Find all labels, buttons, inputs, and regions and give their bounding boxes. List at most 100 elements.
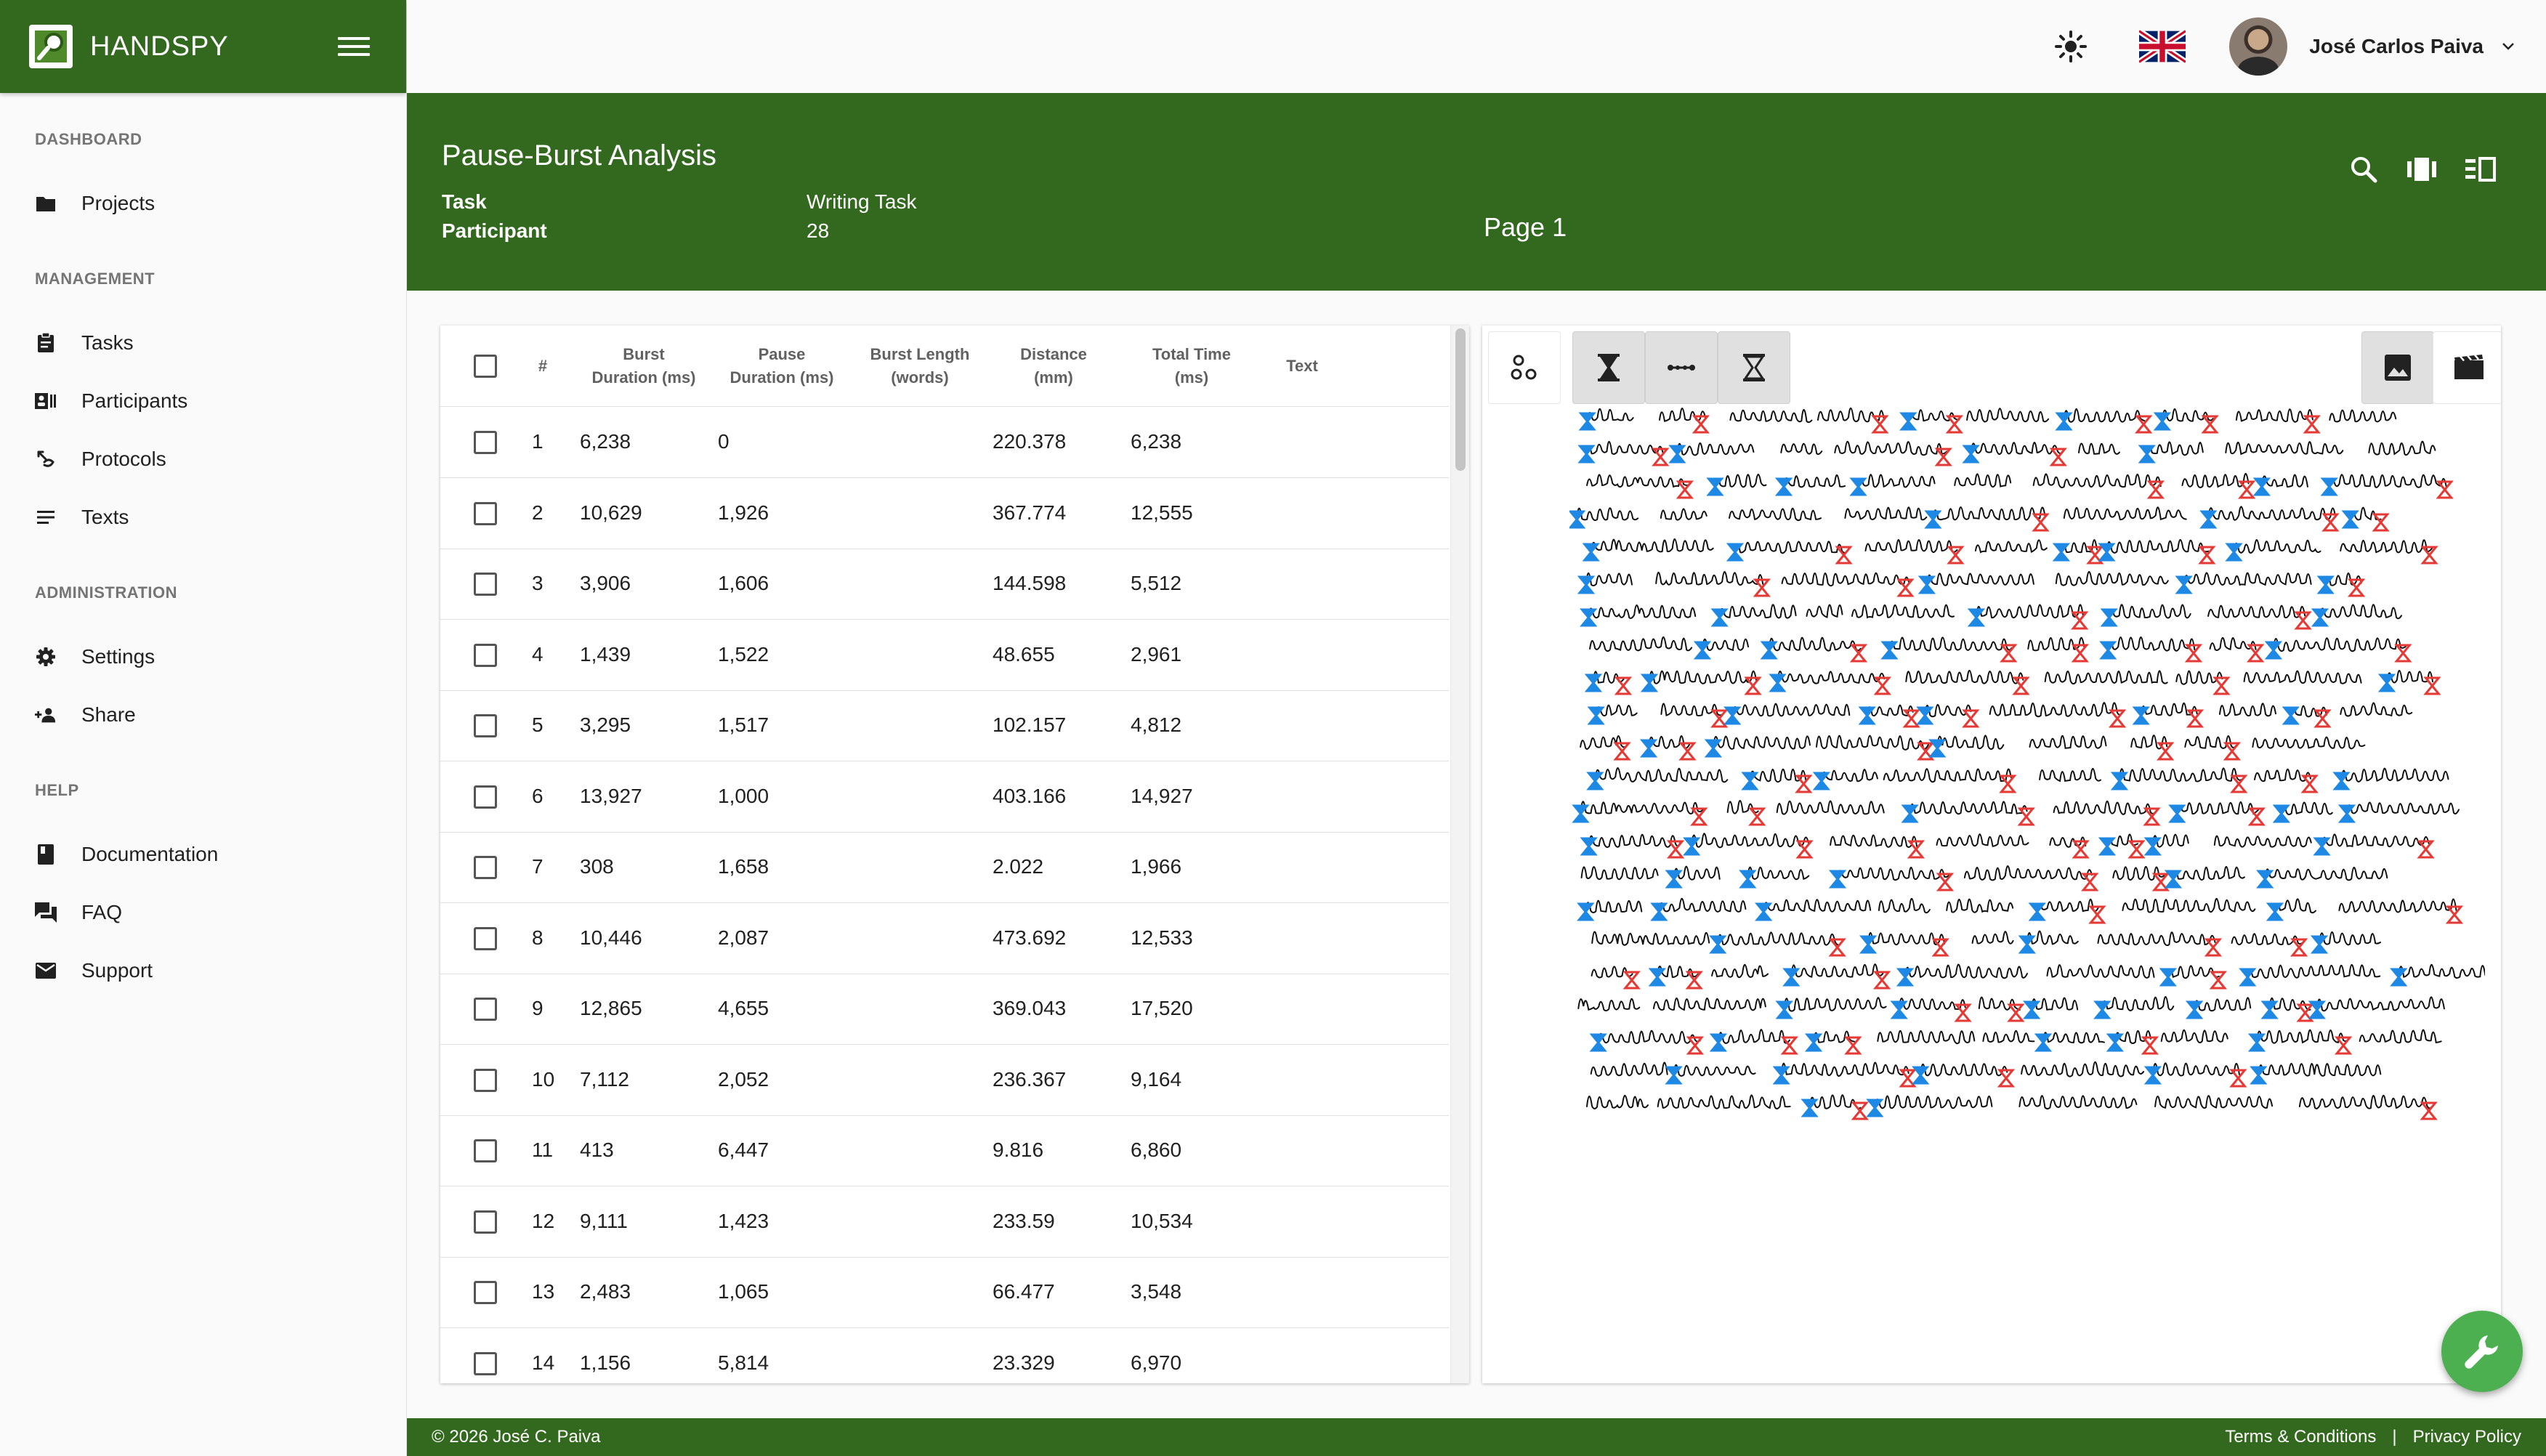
nav-item-faq[interactable]: FAQ <box>0 883 407 942</box>
burst-start-marker[interactable] <box>2332 772 2351 790</box>
burst-end-marker[interactable] <box>1997 1069 2016 1088</box>
burst-start-marker[interactable] <box>1723 706 1742 725</box>
burst-start-marker[interactable] <box>1710 608 1729 627</box>
table-row[interactable]: 11 413 6,447 9.816 6,860 <box>440 1115 1449 1186</box>
row-checkbox[interactable] <box>474 501 497 525</box>
burst-end-marker[interactable] <box>1710 709 1729 728</box>
burst-start-marker[interactable] <box>1650 902 1668 921</box>
burst-end-marker[interactable] <box>2212 676 2231 695</box>
burst-end-marker[interactable] <box>1795 774 1813 793</box>
burst-end-marker[interactable] <box>2071 644 2089 663</box>
burst-start-marker[interactable] <box>2100 608 2118 627</box>
burst-start-marker[interactable] <box>1812 772 1831 790</box>
row-checkbox[interactable] <box>474 643 497 667</box>
table-row[interactable]: 3 3,906 1,606 144.598 5,512 <box>440 549 1449 620</box>
burst-start-marker[interactable] <box>1801 1099 1819 1117</box>
burst-start-marker[interactable] <box>1782 968 1801 987</box>
select-all-checkbox[interactable] <box>474 355 497 378</box>
burst-start-marker[interactable] <box>1639 739 1658 758</box>
burst-start-marker[interactable] <box>2106 1033 2125 1052</box>
burst-start-marker[interactable] <box>2256 870 2274 889</box>
tool-scatter-button[interactable] <box>1488 331 1561 404</box>
burst-start-marker[interactable] <box>1706 477 1724 496</box>
burst-start-marker[interactable] <box>1896 968 1915 987</box>
burst-start-marker[interactable] <box>1901 804 1919 823</box>
burst-end-marker[interactable] <box>1873 676 1891 695</box>
burst-end-marker[interactable] <box>1748 807 1766 826</box>
burst-end-marker[interactable] <box>2238 480 2256 499</box>
burst-start-marker[interactable] <box>1569 510 1586 529</box>
burst-start-marker[interactable] <box>2337 804 2356 823</box>
burst-start-marker[interactable] <box>2239 968 2257 987</box>
burst-start-marker[interactable] <box>1880 641 1899 660</box>
burst-end-marker[interactable] <box>2201 415 2219 434</box>
burst-end-marker[interactable] <box>1931 938 1949 957</box>
burst-start-marker[interactable] <box>2153 412 2172 431</box>
burst-end-marker[interactable] <box>2445 905 2464 924</box>
col-header-text[interactable]: Text <box>1273 355 1331 378</box>
language-selector[interactable] <box>2139 29 2186 64</box>
burst-start-marker[interactable] <box>2093 1000 2111 1019</box>
table-row[interactable]: 5 3,295 1,517 102.157 4,812 <box>440 690 1449 761</box>
burst-end-marker[interactable] <box>2223 742 2242 761</box>
row-checkbox[interactable] <box>474 856 497 879</box>
burst-end-marker[interactable] <box>1849 644 1868 663</box>
burst-start-marker[interactable] <box>2099 641 2117 660</box>
side-panel-view-button[interactable] <box>2460 150 2499 189</box>
burst-start-marker[interactable] <box>2132 706 2150 725</box>
row-checkbox[interactable] <box>474 998 497 1021</box>
burst-start-marker[interactable] <box>2252 477 2271 496</box>
scrollbar-thumb[interactable] <box>1455 328 1466 471</box>
burst-start-marker[interactable] <box>1912 1066 1930 1085</box>
table-row[interactable]: 8 10,446 2,087 473.692 12,533 <box>440 903 1449 974</box>
row-checkbox[interactable] <box>474 785 497 809</box>
burst-start-marker[interactable] <box>2272 804 2291 823</box>
burst-end-marker[interactable] <box>1896 578 1915 597</box>
burst-start-marker[interactable] <box>2225 543 2243 562</box>
burst-start-marker[interactable] <box>2377 674 2396 692</box>
burst-start-marker[interactable] <box>2018 935 2037 954</box>
table-row[interactable]: 6 13,927 1,000 403.166 14,927 <box>440 761 1449 833</box>
table-row[interactable]: 1 6,238 0 220.378 6,238 <box>440 407 1449 478</box>
nav-item-tasks[interactable]: Tasks <box>0 314 407 372</box>
nav-item-texts[interactable]: Texts <box>0 488 407 546</box>
col-header-pause-duration[interactable]: Pause Duration (ms) <box>709 343 854 389</box>
burst-start-marker[interactable] <box>1580 608 1598 627</box>
burst-start-marker[interactable] <box>1772 1066 1790 1085</box>
table-row[interactable]: 13 2,483 1,065 66.477 3,548 <box>440 1257 1449 1328</box>
burst-end-marker[interactable] <box>1652 448 1670 466</box>
burst-start-marker[interactable] <box>1755 902 1773 921</box>
table-row[interactable]: 4 1,439 1,522 48.655 2,961 <box>440 620 1449 691</box>
burst-end-marker[interactable] <box>2141 1036 2159 1055</box>
burst-end-marker[interactable] <box>2000 644 2018 663</box>
burst-start-marker[interactable] <box>2110 772 2129 790</box>
col-header-total-time[interactable]: Total Time (ms) <box>1119 343 1264 389</box>
burst-start-marker[interactable] <box>1917 575 1936 594</box>
row-checkbox[interactable] <box>474 1351 497 1375</box>
burst-end-marker[interactable] <box>2209 971 2227 990</box>
burst-end-marker[interactable] <box>1871 415 1889 434</box>
col-header-burst-length[interactable]: Burst Length (words) <box>847 343 993 389</box>
burst-end-marker[interactable] <box>2081 873 2099 891</box>
menu-toggle-button[interactable] <box>338 31 370 62</box>
burst-start-marker[interactable] <box>1849 477 1867 496</box>
burst-start-marker[interactable] <box>2282 706 2300 725</box>
burst-start-marker[interactable] <box>1828 870 1847 889</box>
table-row[interactable]: 12 9,111 1,423 233.59 10,534 <box>440 1186 1449 1258</box>
privacy-link[interactable]: Privacy Policy <box>2413 1427 2521 1447</box>
burst-start-marker[interactable] <box>2310 935 2329 954</box>
theme-toggle-button[interactable] <box>2053 29 2088 64</box>
burst-end-marker[interactable] <box>2204 938 2223 957</box>
burst-start-marker[interactable] <box>2250 1066 2268 1085</box>
burst-start-marker[interactable] <box>2260 1000 2279 1019</box>
burst-end-marker[interactable] <box>1835 546 1853 565</box>
row-checkbox[interactable] <box>474 926 497 950</box>
burst-end-marker[interactable] <box>1828 938 1846 957</box>
burst-end-marker[interactable] <box>1954 1003 1972 1022</box>
burst-start-marker[interactable] <box>2266 902 2284 921</box>
burst-start-marker[interactable] <box>2028 902 2046 921</box>
burst-start-marker[interactable] <box>2168 804 2186 823</box>
row-checkbox[interactable] <box>474 1139 497 1162</box>
table-row[interactable]: 2 10,629 1,926 367.774 12,555 <box>440 478 1449 549</box>
burst-end-marker[interactable] <box>1678 742 1697 761</box>
